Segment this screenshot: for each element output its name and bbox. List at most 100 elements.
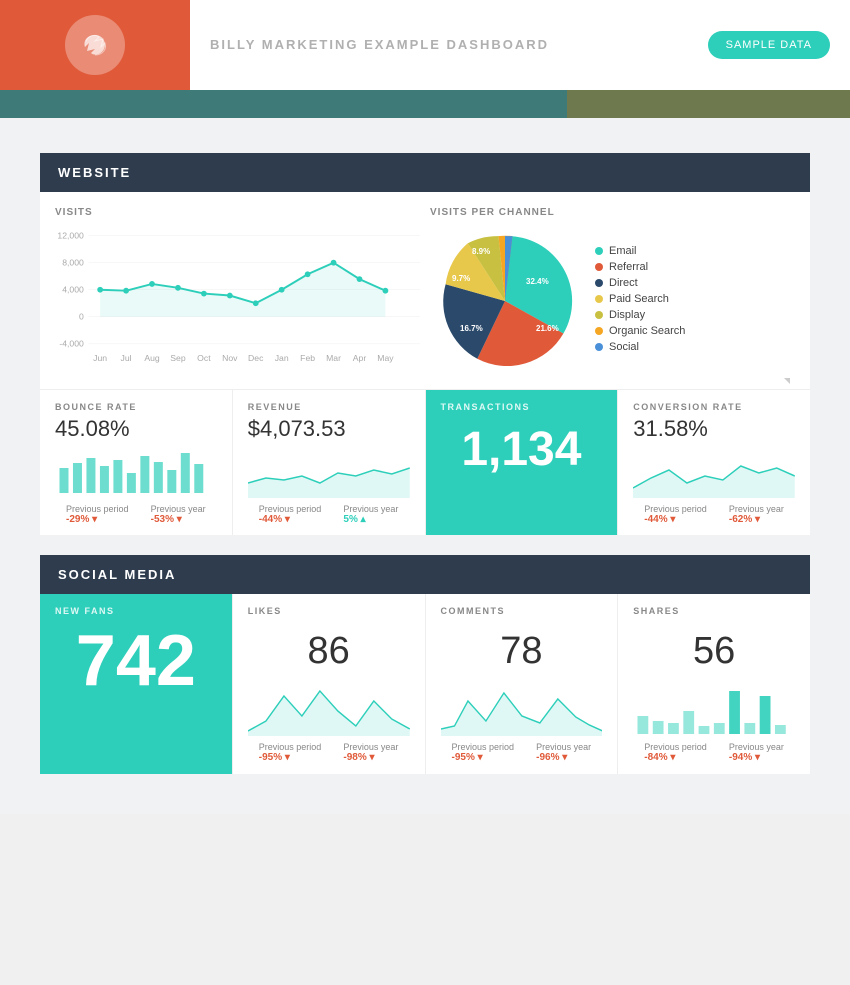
svg-text:9.7%: 9.7%	[452, 274, 470, 283]
legend-direct: Direct	[595, 277, 685, 289]
shares-card: SHARES 56	[618, 594, 810, 774]
conversion-rate-chart	[633, 448, 795, 498]
svg-text:0: 0	[79, 312, 84, 322]
likes-card: LIKES 86 Previous period -95% ▾ Previous…	[233, 594, 426, 774]
header-title-area: BILLY MARKETING EXAMPLE DASHBOARD	[190, 36, 708, 54]
pie-area: VISITS PER CHANNEL	[430, 207, 795, 384]
main-content: WEBSITE VISITS 12,000 8,000	[0, 118, 850, 814]
legend-dot-referral	[595, 263, 603, 271]
svg-text:4,000: 4,000	[62, 285, 84, 295]
new-fans-card: NEW FANS 742	[40, 594, 233, 774]
bounce-rate-title: BOUNCE RATE	[55, 402, 217, 412]
stats-row: BOUNCE RATE 45.08%	[40, 389, 810, 535]
bounce-rate-previous-year: Previous year -53% ▾	[151, 504, 206, 525]
legend-dot-direct	[595, 279, 603, 287]
comments-card: COMMENTS 78 Previous period -95% ▾ Previ…	[426, 594, 619, 774]
logo-box	[0, 0, 190, 90]
legend-paid-search: Paid Search	[595, 293, 685, 305]
shares-value: 56	[633, 620, 795, 681]
svg-text:Sep: Sep	[170, 353, 186, 363]
website-section-header: WEBSITE	[40, 153, 810, 192]
svg-text:-4,000: -4,000	[59, 339, 84, 349]
svg-text:May: May	[377, 353, 394, 363]
shares-footer: Previous period -84% ▾ Previous year -94…	[633, 742, 795, 763]
svg-text:Aug: Aug	[144, 353, 160, 363]
legend-social: Social	[595, 341, 685, 353]
svg-text:Dec: Dec	[248, 353, 264, 363]
logo-icon	[65, 15, 125, 75]
new-fans-value: 742	[55, 620, 217, 702]
likes-chart	[248, 681, 410, 736]
revenue-value: $4,073.53	[248, 416, 410, 442]
sample-data-button[interactable]: SAMPLE DATA	[708, 31, 830, 59]
likes-previous-period: Previous period -95% ▾	[259, 742, 322, 763]
comments-footer: Previous period -95% ▾ Previous year -96…	[441, 742, 603, 763]
comments-chart	[441, 681, 603, 736]
revenue-previous-year: Previous year 5% ▴	[343, 504, 398, 525]
comments-previous-period: Previous period -95% ▾	[452, 742, 515, 763]
likes-value: 86	[248, 620, 410, 681]
revenue-previous-period: Previous period -44% ▾	[259, 504, 322, 525]
svg-text:8.9%: 8.9%	[472, 247, 490, 256]
transactions-title: TRANSACTIONS	[441, 402, 603, 412]
likes-title: LIKES	[248, 606, 410, 616]
revenue-title: REVENUE	[248, 402, 410, 412]
shares-chart	[633, 681, 795, 736]
comments-previous-year: Previous year -96% ▾	[536, 742, 591, 763]
shares-previous-year: Previous year -94% ▾	[729, 742, 784, 763]
visits-line-chart: 12,000 8,000 4,000 0 -4,000	[55, 226, 420, 366]
legend-dot-paid-search	[595, 295, 603, 303]
bounce-rate-card: BOUNCE RATE 45.08%	[40, 390, 233, 535]
comments-value: 78	[441, 620, 603, 681]
svg-text:Mar: Mar	[326, 353, 341, 363]
pie-chart: 32.4% 21.6% 16.7% 9.7% 8.9%	[430, 226, 580, 376]
pie-row: 32.4% 21.6% 16.7% 9.7% 8.9% Email	[430, 226, 795, 376]
legend-dot-organic-search	[595, 327, 603, 335]
transactions-card: TRANSACTIONS 1,134	[426, 390, 619, 535]
conversion-rate-footer: Previous period -44% ▾ Previous year -62…	[633, 504, 795, 525]
svg-text:Oct: Oct	[197, 353, 211, 363]
legend-email: Email	[595, 245, 685, 257]
transactions-value: 1,134	[441, 416, 603, 474]
svg-text:Jun: Jun	[93, 353, 107, 363]
new-fans-title: NEW FANS	[55, 606, 217, 616]
conversion-rate-title: CONVERSION RATE	[633, 402, 795, 412]
conversion-rate-value: 31.58%	[633, 416, 795, 442]
legend-referral: Referral	[595, 261, 685, 273]
svg-text:Feb: Feb	[300, 353, 315, 363]
revenue-chart	[248, 448, 410, 498]
bounce-rate-footer: Previous period -29% ▾ Previous year -53…	[55, 504, 217, 525]
legend-display: Display	[595, 309, 685, 321]
social-section-header: SOCIAL MEDIA	[40, 555, 810, 594]
comments-title: COMMENTS	[441, 606, 603, 616]
social-cards-row: NEW FANS 742 LIKES 86 Previous period -9…	[40, 594, 810, 774]
shares-title: SHARES	[633, 606, 795, 616]
svg-text:21.6%: 21.6%	[536, 324, 559, 333]
color-bar-teal	[0, 90, 567, 118]
likes-previous-year: Previous year -98% ▾	[343, 742, 398, 763]
charts-row: VISITS 12,000 8,000 4,000 0 -	[40, 192, 810, 389]
revenue-footer: Previous period -44% ▾ Previous year 5% …	[248, 504, 410, 525]
svg-text:12,000: 12,000	[57, 231, 84, 241]
conversion-rate-previous-period: Previous period -44% ▾	[644, 504, 707, 525]
svg-text:32.4%: 32.4%	[526, 277, 549, 286]
visits-chart: VISITS 12,000 8,000 4,000 0 -	[55, 207, 420, 384]
svg-text:16.7%: 16.7%	[460, 324, 483, 333]
likes-footer: Previous period -95% ▾ Previous year -98…	[248, 742, 410, 763]
bounce-rate-previous-period: Previous period -29% ▾	[66, 504, 129, 525]
pie-legend: Email Referral Direct Paid Search	[595, 245, 685, 357]
bounce-rate-chart	[55, 448, 217, 498]
header: BILLY MARKETING EXAMPLE DASHBOARD SAMPLE…	[0, 0, 850, 90]
svg-text:Apr: Apr	[353, 353, 367, 363]
svg-text:Jan: Jan	[275, 353, 289, 363]
conversion-rate-card: CONVERSION RATE 31.58% Previous period -…	[618, 390, 810, 535]
header-title: BILLY MARKETING EXAMPLE DASHBOARD	[210, 37, 549, 52]
color-bar	[0, 90, 850, 118]
social-section: SOCIAL MEDIA NEW FANS 742 LIKES 86	[40, 555, 810, 774]
revenue-card: REVENUE $4,073.53 Previous period -44% ▾…	[233, 390, 426, 535]
color-bar-olive	[567, 90, 850, 118]
pie-label: VISITS PER CHANNEL	[430, 207, 795, 218]
visits-label: VISITS	[55, 207, 420, 218]
legend-dot-social	[595, 343, 603, 351]
shares-previous-period: Previous period -84% ▾	[644, 742, 707, 763]
